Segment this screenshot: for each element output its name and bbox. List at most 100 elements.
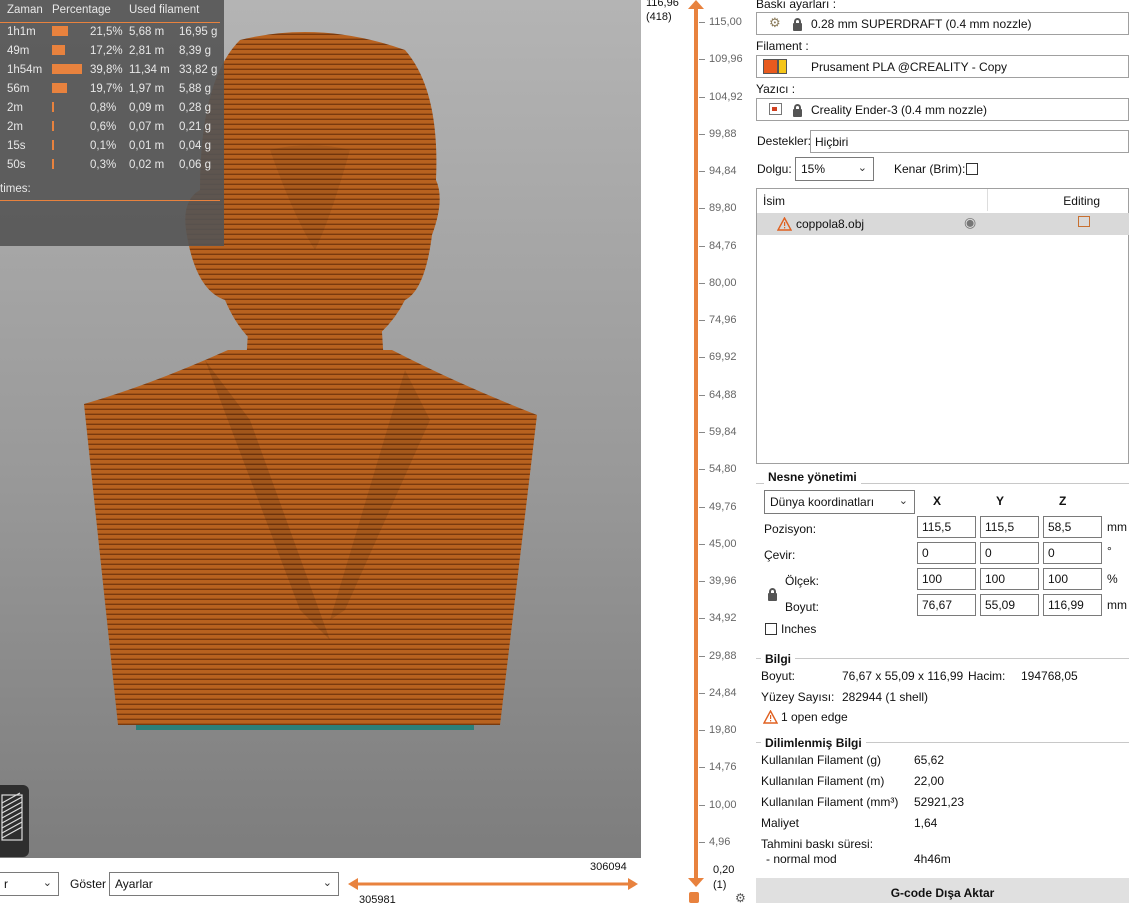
list-header-name: İsim bbox=[763, 194, 785, 208]
position-x-input[interactable]: 115,5 bbox=[917, 516, 976, 538]
layer-tick-label: 84,76 bbox=[709, 239, 737, 252]
legend-weight: 33,82 g bbox=[179, 64, 218, 76]
size-label: Boyut: bbox=[785, 600, 820, 614]
scale-lock-icon[interactable] bbox=[768, 588, 777, 601]
gear-icon[interactable]: ⚙ bbox=[735, 891, 746, 903]
legend-time: 1h1m bbox=[7, 26, 36, 38]
legend-times-label: times: bbox=[0, 183, 31, 195]
warning-icon bbox=[777, 217, 792, 231]
legend-time: 15s bbox=[7, 140, 26, 152]
scale-z-input[interactable]: 100 bbox=[1043, 568, 1102, 590]
layer-tick-label: 19,80 bbox=[709, 724, 737, 737]
legend-time: 50s bbox=[7, 159, 26, 171]
position-z-input[interactable]: 58,5 bbox=[1043, 516, 1102, 538]
legend-weight: 0,28 g bbox=[179, 102, 211, 114]
layer-tick: 64,88 bbox=[699, 389, 753, 401]
edit-settings-icon[interactable] bbox=[1078, 216, 1090, 227]
print-time-label: Tahmini baskı süresi: bbox=[761, 837, 874, 851]
legend-header-time: Zaman bbox=[7, 4, 43, 16]
scale-y-input[interactable]: 100 bbox=[980, 568, 1039, 590]
brim-checkbox[interactable] bbox=[966, 163, 978, 175]
axis-y-label: Y bbox=[996, 494, 1005, 508]
layer-tick: 34,92 bbox=[699, 612, 753, 624]
normal-mode-value: 4h46m bbox=[914, 852, 951, 866]
legend-length: 0,09 m bbox=[129, 102, 165, 114]
filament-color-swatch bbox=[763, 59, 778, 74]
object-list[interactable]: İsim Editing coppola8.obj ◉ bbox=[756, 188, 1129, 464]
supports-label: Destekler: bbox=[757, 134, 812, 148]
print-settings-select[interactable]: ⚙ 0.28 mm SUPERDRAFT (0.4 mm nozzle) bbox=[756, 12, 1129, 35]
printer-label: Yazıcı : bbox=[756, 82, 796, 96]
right-sidebar: Baskı ayarları : ⚙ 0.28 mm SUPERDRAFT (0… bbox=[756, 0, 1129, 903]
horizontal-move-slider[interactable] bbox=[348, 876, 638, 892]
infill-value: 15% bbox=[801, 162, 826, 176]
legend-bar bbox=[52, 121, 54, 131]
layer-bottom-index: (1) bbox=[713, 879, 727, 891]
sliced-info-value: 52921,23 bbox=[914, 795, 965, 809]
filament-select[interactable]: Prusament PLA @CREALITY - Copy bbox=[756, 55, 1129, 78]
printer-select[interactable]: Creality Ender-3 (0.4 mm nozzle) bbox=[756, 98, 1129, 121]
legend-bar bbox=[52, 26, 69, 36]
inches-checkbox[interactable] bbox=[765, 623, 777, 635]
sliced-info-value: 22,00 bbox=[914, 774, 945, 788]
show-select[interactable]: Ayarlar ⌄ bbox=[109, 872, 339, 896]
layer-slider-bottom-thumb[interactable] bbox=[688, 878, 704, 888]
list-item[interactable]: coppola8.obj ◉ bbox=[757, 213, 1129, 235]
legend-percentage: 0,6% bbox=[90, 121, 117, 133]
rotate-label: Çevir: bbox=[764, 548, 796, 562]
layer-tick-label: 94,84 bbox=[709, 165, 737, 178]
legend-weight: 8,39 g bbox=[179, 45, 211, 57]
layers-view-icon[interactable] bbox=[0, 785, 29, 857]
print-settings-label: Baskı ayarları : bbox=[756, 0, 837, 11]
legend-weight: 0,04 g bbox=[179, 140, 211, 152]
legend-weight: 5,88 g bbox=[179, 83, 211, 95]
rotate-y-input[interactable]: 0 bbox=[980, 542, 1039, 564]
layer-tick: 80,00 bbox=[699, 277, 753, 289]
scale-x-input[interactable]: 100 bbox=[917, 568, 976, 590]
coordinate-system-select[interactable]: Dünya koordinatları ⌄ bbox=[764, 490, 915, 514]
printer-value: Creality Ender-3 (0.4 mm nozzle) bbox=[811, 103, 988, 117]
legend-bar bbox=[52, 159, 54, 169]
inches-label: Inches bbox=[781, 622, 817, 636]
info-title: Bilgi bbox=[761, 652, 795, 666]
size-x-input[interactable]: 76,67 bbox=[917, 594, 976, 616]
layer-tick-label: 14,76 bbox=[709, 761, 737, 774]
scale-unit: % bbox=[1107, 572, 1118, 586]
3d-viewport[interactable]: Zaman Percentage Used filament 1h1m 21,5%… bbox=[0, 0, 641, 858]
legend-length: 11,34 m bbox=[129, 64, 170, 76]
layer-slider-top-thumb[interactable] bbox=[688, 0, 704, 10]
position-y-input[interactable]: 115,5 bbox=[980, 516, 1039, 538]
axis-x-label: X bbox=[933, 494, 942, 508]
layer-tick: 10,00 bbox=[699, 799, 753, 811]
layer-slider-track[interactable] bbox=[694, 6, 698, 883]
chevron-down-icon: ⌄ bbox=[42, 877, 52, 889]
info-volume-value: 194768,05 bbox=[1021, 669, 1078, 683]
legend-row: 56m 19,7% 1,97 m 5,88 g bbox=[0, 83, 224, 99]
size-y-input[interactable]: 55,09 bbox=[980, 594, 1039, 616]
eye-icon[interactable]: ◉ bbox=[964, 214, 976, 231]
supports-value: Hiçbiri bbox=[815, 135, 849, 149]
legend-header-percentage: Percentage bbox=[52, 4, 111, 16]
layer-tick-label: 115,00 bbox=[709, 16, 742, 28]
lock-icon[interactable] bbox=[689, 892, 699, 903]
layer-tick: 84,76 bbox=[699, 240, 753, 252]
size-z-input[interactable]: 116,99 bbox=[1043, 594, 1102, 616]
rotate-z-input[interactable]: 0 bbox=[1043, 542, 1102, 564]
view-type-select[interactable]: r ⌄ bbox=[0, 872, 59, 896]
layer-tick-label: 109,96 bbox=[709, 53, 743, 66]
export-gcode-button[interactable]: G-code Dışa Aktar bbox=[756, 878, 1129, 903]
info-facets-value: 282944 (1 shell) bbox=[842, 690, 929, 704]
legend-row: 2m 0,8% 0,09 m 0,28 g bbox=[0, 102, 224, 118]
layer-tick: 19,80 bbox=[699, 724, 753, 736]
move-bottom-value: 305981 bbox=[359, 894, 396, 903]
legend-percentage: 19,7% bbox=[90, 83, 123, 95]
rotate-x-input[interactable]: 0 bbox=[917, 542, 976, 564]
legend-time: 49m bbox=[7, 45, 30, 57]
supports-select[interactable]: Hiçbiri bbox=[810, 130, 1129, 153]
coordinate-system-value: Dünya koordinatları bbox=[770, 495, 875, 509]
legend-length: 5,68 m bbox=[129, 26, 165, 38]
infill-select[interactable]: 15% ⌄ bbox=[795, 157, 874, 181]
layer-tick: 104,92 bbox=[699, 91, 753, 103]
layer-slider[interactable]: 116,96 (418) 115,00 109,96 104,92 99,88 94,8… bbox=[641, 0, 756, 903]
layer-tick: 45,00 bbox=[699, 538, 753, 550]
